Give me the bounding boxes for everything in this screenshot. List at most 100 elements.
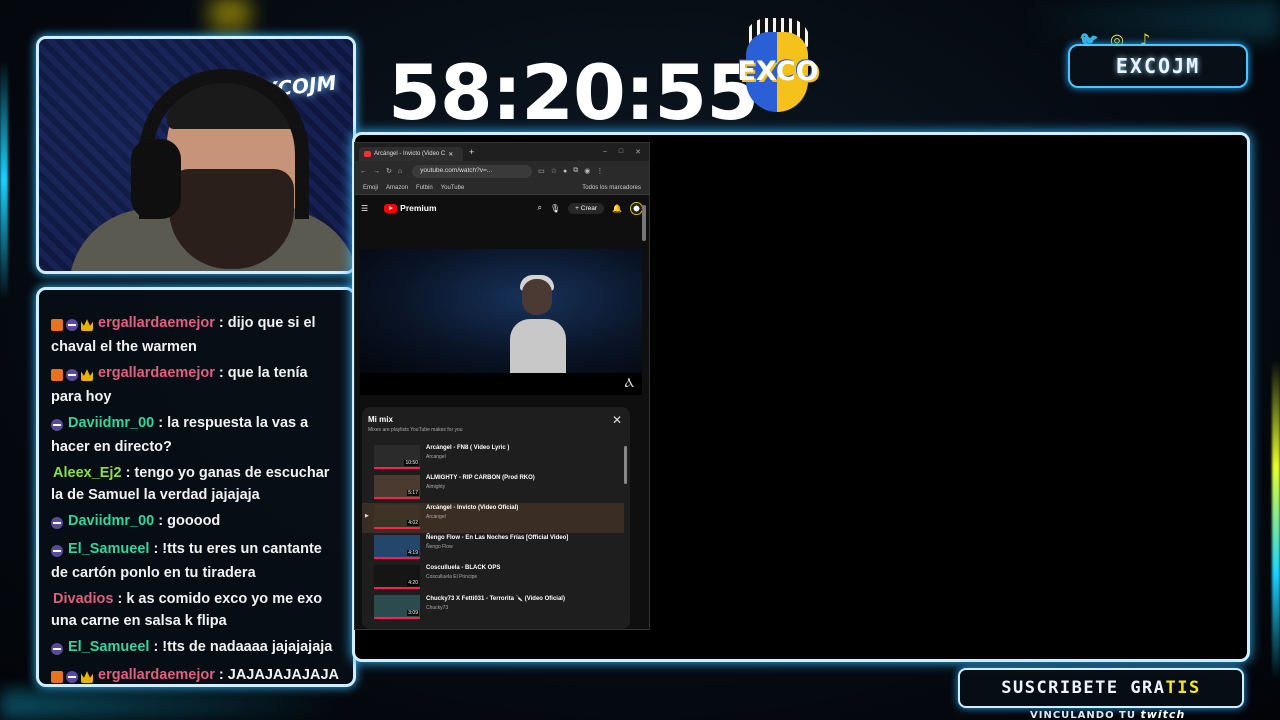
chat-username[interactable]: El_Samueel xyxy=(68,541,149,557)
chat-username[interactable]: ergallardaemejor xyxy=(98,365,215,381)
bookmark-amazon[interactable]: Amazon xyxy=(386,185,408,191)
chat-username[interactable]: Daviidmr_00 xyxy=(68,415,154,431)
notifications-bell-icon[interactable]: 🔔 xyxy=(612,204,622,213)
track-title: ALMIGHTY - RIP CARBON (Prod RKO) xyxy=(426,475,535,481)
address-bar: ← → ↻ ⌂ youtube.com/watch?v=... ▭ ☆ ● ⧉ … xyxy=(355,161,649,181)
mix-scrollbar[interactable] xyxy=(624,446,627,484)
track-thumbnail[interactable]: 3:09 xyxy=(374,595,420,619)
maximize-icon[interactable]: □ xyxy=(619,148,623,156)
profile-icon[interactable]: ◉ xyxy=(584,167,590,175)
mix-subtitle: Mixes are playlists YouTube makes for yo… xyxy=(368,427,463,433)
chat-message: El_Samueel : !tts de nadaaaa jajajajaja xyxy=(51,636,341,660)
neon-streak xyxy=(0,60,8,300)
chat-username[interactable]: Daviidmr_00 xyxy=(68,513,154,529)
menu-dots-icon[interactable]: ⋮ xyxy=(596,167,603,175)
track-thumbnail[interactable]: 4:02 xyxy=(374,505,420,529)
search-icon[interactable]: ⌕ xyxy=(538,203,542,213)
mod-badge-icon xyxy=(66,369,78,382)
track-artist: Almighty xyxy=(426,484,446,490)
extensions-puzzle-icon[interactable]: ⧉ xyxy=(573,167,578,175)
tab-title: Arcángel - Invicto (Video C xyxy=(374,151,446,157)
browser-tab[interactable]: Arcángel - Invicto (Video C ✕ xyxy=(359,147,463,161)
track-thumbnail[interactable]: 4:20 xyxy=(374,565,420,589)
tab-bar: Arcángel - Invicto (Video C ✕ + – □ ✕ xyxy=(355,143,649,161)
box-badge-icon xyxy=(51,671,63,684)
chat-username[interactable]: ergallardaemejor xyxy=(98,315,215,331)
subscribe-text: SUSCRIBETE GRATIS xyxy=(1001,678,1201,698)
page-scrollbar[interactable] xyxy=(642,205,646,241)
chat-badges xyxy=(51,666,96,684)
track-title: Ñengo Flow - En Las Noches Frías [Offici… xyxy=(426,535,569,541)
cast-icon[interactable]: ▭ xyxy=(538,167,545,175)
track-thumbnail[interactable]: 10:50 xyxy=(374,445,420,469)
twitch-logo: twitch xyxy=(1140,708,1186,720)
browser-window: Arcángel - Invicto (Video C ✕ + – □ ✕ ← … xyxy=(354,142,650,630)
chat-message: El_Samueel : !tts tu eres un cantante de… xyxy=(51,538,341,584)
back-icon[interactable]: ← xyxy=(360,168,367,175)
track-duration: 10:50 xyxy=(404,460,419,466)
close-icon[interactable]: ✕ xyxy=(612,413,622,427)
window-controls: – □ ✕ xyxy=(603,148,649,156)
track-duration: 4:19 xyxy=(407,550,419,556)
tab-close-icon[interactable]: ✕ xyxy=(448,151,453,158)
track-thumbnail[interactable]: 5:17 xyxy=(374,475,420,499)
mix-track-list: 10:50 Arcángel - FN8 ( Video Lyric ) Arcan… xyxy=(362,443,624,623)
youtube-play-icon xyxy=(384,203,398,213)
list-item[interactable]: 5:17 ALMIGHTY - RIP CARBON (Prod RKO) Almi… xyxy=(362,473,624,503)
track-info: Chucky73 X Fetti031 - Terrorita 🔪 (Video… xyxy=(426,595,565,611)
track-duration: 4:02 xyxy=(407,520,419,526)
video-logo-icon: Ⲁ xyxy=(624,375,634,390)
track-info: ALMIGHTY - RIP CARBON (Prod RKO) Almighty xyxy=(426,475,535,490)
track-info: Arcángel - FN8 ( Video Lyric ) Arcangel xyxy=(426,445,509,460)
mix-title: Mi mix xyxy=(368,415,393,424)
new-tab-button[interactable]: + xyxy=(469,147,474,157)
crown-badge-icon xyxy=(81,319,93,332)
crown-badge-icon xyxy=(81,369,93,382)
video-frame xyxy=(360,249,642,373)
chat-badges xyxy=(51,512,66,534)
chat-message: Daviidmr_00 : la respuesta la vas a hace… xyxy=(51,412,341,458)
chat-username[interactable]: Aleex_Ej2 xyxy=(53,465,122,481)
list-item[interactable]: 3:09 Chucky73 X Fetti031 - Terrorita 🔪 (V… xyxy=(362,593,624,623)
bookmark-youtube[interactable]: YouTube xyxy=(441,185,465,191)
bookmark-futbin[interactable]: Futbin xyxy=(416,185,433,191)
list-item[interactable]: 4:20 Cosculluela - BLACK OPS Cosculluela E… xyxy=(362,563,624,593)
chat-username[interactable]: Divadios xyxy=(53,591,113,607)
all-bookmarks[interactable]: Todos los marcadores xyxy=(582,185,641,191)
reload-icon[interactable]: ↻ xyxy=(386,167,392,175)
bookmark-emoji[interactable]: Emoji xyxy=(363,185,378,191)
home-icon[interactable]: ⌂ xyxy=(398,168,402,175)
list-item[interactable]: 10:50 Arcángel - FN8 ( Video Lyric ) Arcan… xyxy=(362,443,624,473)
url-input[interactable]: youtube.com/watch?v=... xyxy=(412,164,533,178)
chat-message: ergallardaemejor : dijo que si el chaval… xyxy=(51,312,341,358)
chat-username[interactable]: ergallardaemejor xyxy=(98,667,215,683)
track-artist: Arcangel xyxy=(426,514,446,520)
track-info: Cosculluela - BLACK OPS Cosculluela El Pr… xyxy=(426,565,500,580)
channel-name-box: EXCOJM xyxy=(1068,44,1248,88)
close-window-icon[interactable]: ✕ xyxy=(635,148,641,156)
bookmarks-bar: Emoji Amazon Futbin YouTube Todos los ma… xyxy=(355,181,649,195)
neon-glow xyxy=(0,690,340,720)
list-item[interactable]: ▶ 4:02 Arcángel - Invicto (Video Oficial) A… xyxy=(362,503,624,533)
video-player[interactable]: Ⲁ xyxy=(360,249,642,395)
channel-name: EXCOJM xyxy=(1115,54,1201,78)
chat-username[interactable]: El_Samueel xyxy=(68,639,149,655)
logo-text: EXCO xyxy=(737,56,819,87)
chat-badges xyxy=(51,638,66,660)
chat-badges xyxy=(51,414,66,436)
track-thumbnail[interactable]: 4:19 xyxy=(374,535,420,559)
chat-badges xyxy=(51,540,66,562)
chat-message: ergallardaemejor : JAJAJAJAJAJA xyxy=(51,664,341,684)
extension-icon[interactable]: ● xyxy=(563,168,567,175)
minimize-icon[interactable]: – xyxy=(603,148,607,156)
track-info: Ñengo Flow - En Las Noches Frías [Offici… xyxy=(426,535,568,550)
youtube-favicon-icon xyxy=(364,151,371,157)
microphone-icon[interactable]: 🎙 xyxy=(550,204,560,213)
chat-text: : gooood xyxy=(158,513,221,529)
youtube-logo[interactable]: Premium xyxy=(384,203,437,213)
bookmark-star-icon[interactable]: ☆ xyxy=(551,167,557,175)
list-item[interactable]: 4:19 Ñengo Flow - En Las Noches Frías [Of… xyxy=(362,533,624,563)
create-button[interactable]: + Crear xyxy=(568,202,605,214)
hamburger-menu-icon[interactable]: ☰ xyxy=(361,204,368,213)
forward-icon[interactable]: → xyxy=(373,168,380,175)
